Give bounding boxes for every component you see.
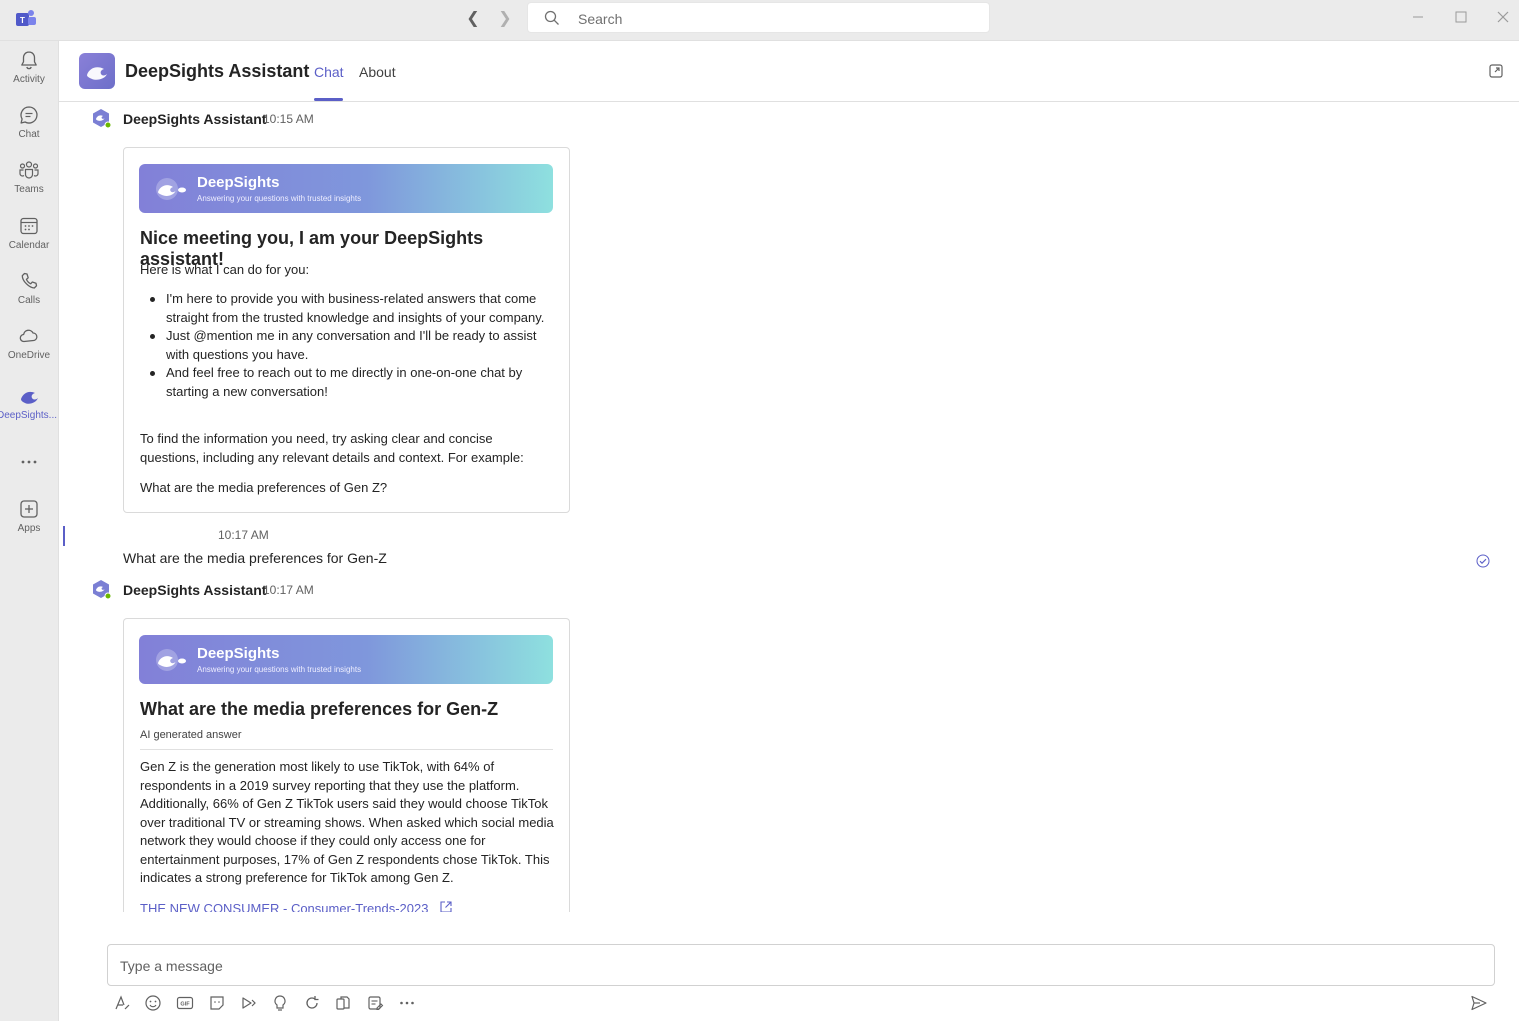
banner-subtitle: Answering your questions with trusted in… — [197, 665, 362, 674]
rail-item-more[interactable] — [0, 451, 58, 503]
message-time: 10:17 AM — [218, 528, 269, 542]
bot-avatar — [79, 53, 115, 89]
rail-item-calls[interactable]: Calls — [0, 270, 58, 322]
main-pane: DeepSights Assistant Chat About DeepSigh… — [59, 41, 1519, 1021]
message-compose-box[interactable]: Type a message — [107, 944, 1495, 986]
deepsights-logo-icon — [156, 178, 186, 200]
card-tip: To find the information you need, try as… — [140, 431, 524, 465]
rail-item-chat[interactable]: Chat — [0, 104, 58, 156]
sticker-icon[interactable] — [208, 994, 226, 1012]
active-tab-indicator — [314, 98, 343, 101]
card-banner: DeepSights Answering your questions with… — [139, 635, 553, 684]
teams-logo-icon[interactable]: T — [14, 8, 38, 30]
banner-subtitle: Answering your questions with trusted in… — [197, 194, 362, 203]
external-link-icon[interactable] — [439, 900, 453, 912]
card-answer: Gen Z is the generation most likely to u… — [140, 759, 554, 885]
new-message-indicator — [63, 526, 65, 546]
message-sender: DeepSights Assistant — [123, 111, 267, 127]
adaptive-card-answer: DeepSights Answering your questions with… — [123, 618, 570, 912]
rail-label: Apps — [17, 523, 41, 534]
more-options-icon[interactable] — [398, 994, 416, 1012]
meet-now-icon[interactable] — [240, 994, 258, 1012]
ai-label: AI generated answer — [140, 729, 242, 741]
phone-icon — [21, 272, 38, 289]
rail-item-onedrive[interactable]: OneDrive — [0, 325, 58, 377]
loop-icon[interactable] — [303, 994, 321, 1012]
search-icon — [544, 10, 559, 25]
deepsights-logo-icon — [87, 67, 107, 80]
rail-item-teams[interactable]: Teams — [0, 159, 58, 211]
schedule-message-icon[interactable] — [366, 994, 384, 1012]
rail-label: Calls — [17, 295, 41, 306]
maximize-icon[interactable] — [1454, 10, 1468, 24]
divider — [140, 749, 553, 750]
svg-text:GIF: GIF — [180, 1002, 190, 1008]
bell-icon — [21, 51, 37, 70]
rail-item-deepsights[interactable]: DeepSights... — [0, 385, 58, 437]
send-icon[interactable] — [1470, 994, 1488, 1012]
card-bullet-list: I'm here to provide you with business-re… — [140, 290, 555, 401]
rail-label: Chat — [18, 129, 40, 140]
bot-avatar-icon — [93, 580, 112, 600]
rail-label: DeepSights... — [0, 410, 58, 421]
chat-header: DeepSights Assistant Chat About — [59, 41, 1519, 102]
list-item: And feel free to reach out to me directl… — [140, 364, 555, 401]
list-item: Just @mention me in any conversation and… — [140, 327, 555, 364]
card-heading: What are the media preferences for Gen-Z — [140, 699, 499, 719]
read-receipt-icon — [1476, 554, 1490, 568]
rail-label: Activity — [13, 74, 45, 85]
banner-title: DeepSights — [197, 645, 280, 662]
more-icon — [21, 460, 37, 464]
teams-icon — [19, 161, 39, 179]
banner-title: DeepSights — [197, 174, 280, 191]
rail-label: Teams — [14, 184, 44, 195]
bot-avatar-icon — [93, 109, 112, 129]
card-banner: DeepSights Answering your questions with… — [139, 164, 553, 213]
deepsights-logo-icon — [156, 649, 186, 671]
calendar-icon — [20, 217, 38, 235]
title-bar: T ❮ ❯ Search — [0, 0, 1519, 41]
card-intro: Here is what I can do for you: — [140, 262, 310, 277]
source-link[interactable]: THE NEW CONSUMER - Consumer-Trends-2023 — [140, 900, 453, 912]
rail-item-calendar[interactable]: Calendar — [0, 215, 58, 267]
adaptive-card-welcome: DeepSights Answering your questions with… — [123, 147, 570, 513]
rail-label: Calendar — [8, 240, 50, 251]
source-link-text[interactable]: THE NEW CONSUMER - Consumer-Trends-2023 — [140, 901, 428, 912]
rail-label: OneDrive — [7, 350, 51, 361]
message-time: 10:17 AM — [263, 583, 314, 597]
cloud-icon — [19, 329, 38, 343]
back-arrow-icon[interactable]: ❮ — [463, 9, 483, 29]
compose-placeholder: Type a message — [120, 958, 223, 974]
message-sender: DeepSights Assistant — [123, 582, 267, 598]
search-placeholder: Search — [578, 11, 623, 27]
deepsights-icon — [21, 391, 38, 404]
emoji-icon[interactable] — [144, 994, 162, 1012]
search-input[interactable]: Search — [527, 2, 990, 33]
chat-icon — [20, 106, 38, 124]
card-example: What are the media preferences of Gen Z? — [140, 480, 388, 495]
app-rail: Activity Chat Teams Calendar Calls OneDr… — [0, 41, 59, 1021]
list-item: I'm here to provide you with business-re… — [140, 290, 555, 327]
message-time: 10:15 AM — [263, 112, 314, 126]
praise-icon[interactable] — [271, 994, 289, 1012]
format-icon[interactable] — [113, 994, 131, 1012]
rail-item-activity[interactable]: Activity — [0, 49, 58, 101]
minimize-icon[interactable] — [1411, 10, 1425, 24]
rail-item-apps[interactable]: Apps — [0, 498, 58, 550]
popout-icon[interactable] — [1488, 63, 1504, 79]
forward-arrow-icon[interactable]: ❯ — [495, 9, 515, 29]
attach-file-icon[interactable] — [334, 994, 352, 1012]
svg-text:T: T — [20, 16, 25, 25]
add-app-icon — [20, 500, 38, 518]
tab-about[interactable]: About — [359, 64, 396, 80]
page-title: DeepSights Assistant — [125, 61, 310, 81]
tab-chat[interactable]: Chat — [314, 64, 344, 80]
gif-icon[interactable]: GIF — [176, 994, 194, 1012]
user-message-text: What are the media preferences for Gen-Z — [123, 550, 387, 566]
close-icon[interactable] — [1496, 10, 1510, 24]
